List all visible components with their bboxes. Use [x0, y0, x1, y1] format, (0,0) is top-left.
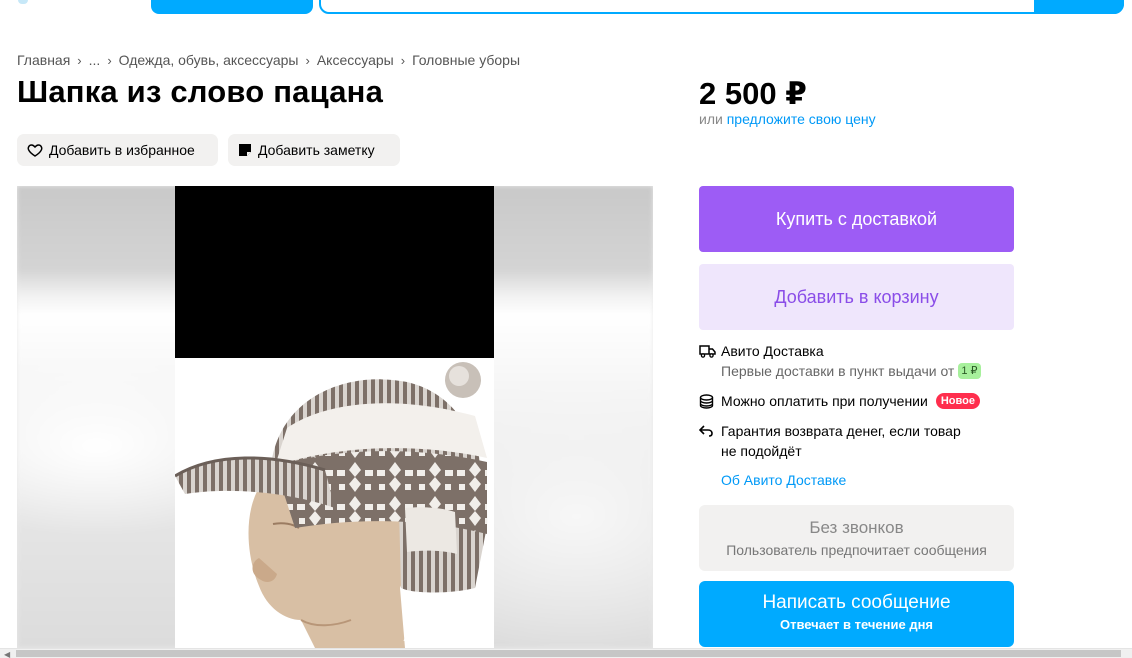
listing-title: Шапка из слово пацана: [17, 74, 384, 109]
no-calls-subtitle: Пользователь предпочитает сообщения: [726, 542, 987, 558]
breadcrumb-item-ellipsis[interactable]: ...: [89, 52, 101, 68]
scroll-left-icon[interactable]: ◀: [4, 650, 10, 658]
breadcrumb-item-clothing[interactable]: Одежда, обувь, аксессуары: [119, 52, 299, 68]
add-favorite-button[interactable]: Добавить в избранное: [17, 134, 218, 166]
breadcrumb-item-headwear[interactable]: Головные уборы: [412, 52, 520, 68]
guarantee-row-cont: не подойдёт: [699, 443, 802, 459]
breadcrumb: Главная › ... › Одежда, обувь, аксессуар…: [17, 52, 520, 68]
write-message-subtitle: Отвечает в течение дня: [779, 617, 934, 632]
return-arrow-icon: [699, 425, 713, 437]
truck-icon: [699, 345, 716, 358]
pay-on-receipt-text: Можно оплатить при получении: [721, 393, 928, 409]
photo-black-area: [175, 186, 494, 358]
breadcrumb-item-home[interactable]: Главная: [17, 52, 70, 68]
offer-or-text: или: [699, 111, 723, 127]
write-message-label: Написать сообщение: [762, 592, 951, 613]
photo-gallery[interactable]: Avito: [17, 186, 653, 648]
logo-fragment: [18, 0, 28, 4]
heart-icon: [27, 144, 43, 157]
buy-with-delivery-button[interactable]: Купить с доставкой: [699, 186, 1014, 252]
search-button[interactable]: [1034, 0, 1124, 14]
no-calls-title: Без звонков: [809, 518, 904, 537]
delivery-info-row: Авито Доставка: [699, 343, 824, 359]
offer-price-line: или предложите свою цену: [699, 111, 876, 127]
delivery-subtitle: Первые доставки в пункт выдачи от: [721, 363, 955, 379]
add-to-cart-button[interactable]: Добавить в корзину: [699, 264, 1014, 330]
scrollbar-thumb[interactable]: [16, 650, 1121, 657]
offer-price-link[interactable]: предложите свою цену: [727, 111, 876, 127]
chevron-right-icon: ›: [305, 52, 310, 68]
all-categories-button[interactable]: [151, 0, 313, 14]
breadcrumb-item-accessories[interactable]: Аксессуары: [317, 52, 394, 68]
price-value: 2 500 ₽: [699, 76, 807, 111]
chevron-right-icon: ›: [400, 52, 406, 68]
about-delivery-link[interactable]: Об Авито Доставке: [721, 472, 846, 488]
add-favorite-label: Добавить в избранное: [49, 142, 195, 158]
add-to-cart-label: Добавить в корзину: [774, 286, 939, 307]
write-message-button[interactable]: Написать сообщение Отвечает в течение дн…: [699, 581, 1014, 647]
add-note-button[interactable]: Добавить заметку: [228, 134, 400, 166]
note-icon: [239, 144, 251, 156]
horizontal-scrollbar[interactable]: ◀: [0, 648, 1132, 658]
avito-watermark: Avito: [403, 624, 458, 646]
delivery-price-badge: 1 ₽: [958, 363, 981, 379]
guarantee-row: Гарантия возврата денег, если товар: [699, 423, 961, 439]
guarantee-line2: не подойдёт: [721, 443, 802, 459]
top-header: [0, 0, 1132, 18]
delivery-subtitle-row: Первые доставки в пункт выдачи от 1 ₽: [721, 363, 981, 379]
chevron-right-icon: ›: [107, 52, 112, 68]
new-badge: Новое: [935, 393, 980, 409]
search-bar[interactable]: [319, 0, 1124, 14]
delivery-title: Авито Доставка: [721, 343, 824, 359]
pay-on-receipt-row: Можно оплатить при получении Новое: [699, 393, 980, 409]
buy-with-delivery-label: Купить с доставкой: [775, 208, 938, 229]
hat-image: [175, 362, 488, 648]
add-note-label: Добавить заметку: [258, 142, 375, 158]
no-calls-card: Без звонков Пользователь предпочитает со…: [699, 505, 1014, 571]
coins-icon: [699, 394, 714, 409]
main-photo[interactable]: Avito: [175, 186, 494, 648]
chevron-right-icon: ›: [77, 52, 82, 68]
guarantee-line1: Гарантия возврата денег, если товар: [721, 423, 961, 439]
